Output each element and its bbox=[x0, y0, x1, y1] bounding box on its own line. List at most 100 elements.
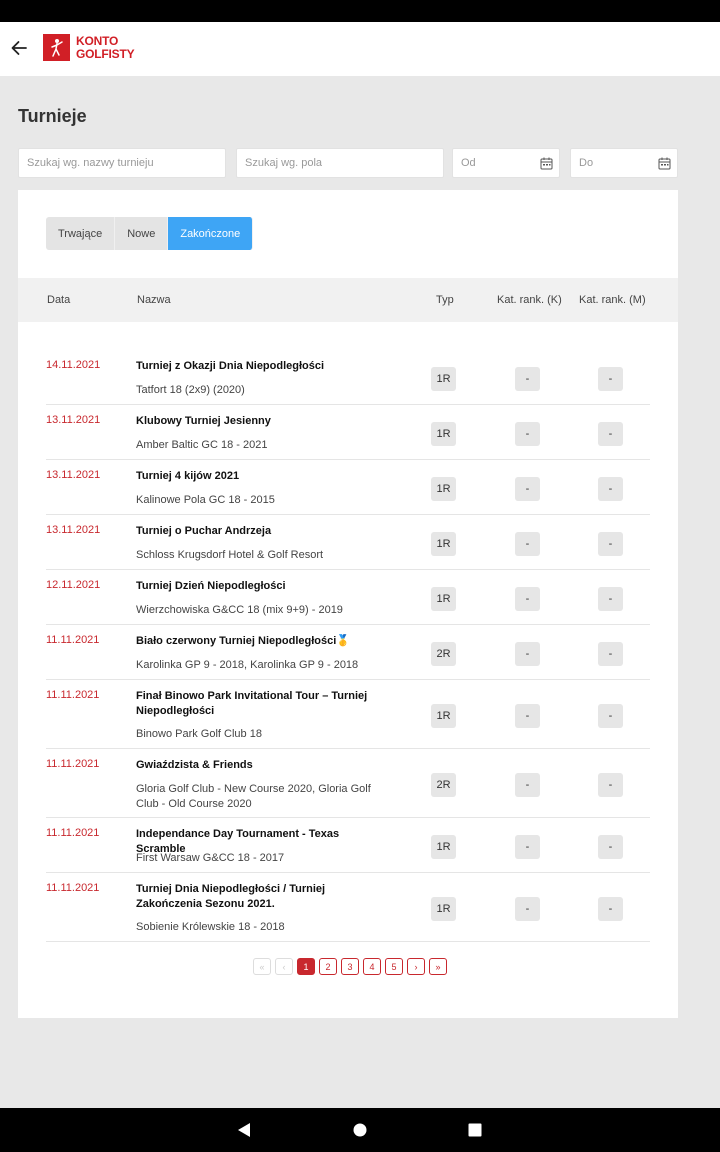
row-tournament-name[interactable]: Klubowy Turniej Jesienny bbox=[136, 414, 386, 429]
column-rank-m[interactable]: Kat. rank. (M) bbox=[579, 294, 646, 306]
row-rank-m-badge: - bbox=[598, 532, 623, 556]
row-date: 11.11.2021 bbox=[46, 882, 100, 894]
status-tabs: Trwające Nowe Zakończone bbox=[46, 217, 254, 250]
arrow-left-icon bbox=[11, 41, 27, 55]
table-row[interactable]: 13.11.2021 Turniej o Puchar Andrzeja Schlo… bbox=[46, 515, 650, 570]
row-tournament-name[interactable]: Gwiaździsta & Friends bbox=[136, 758, 386, 773]
column-name[interactable]: Nazwa bbox=[137, 294, 171, 306]
circle-home-icon bbox=[353, 1123, 367, 1137]
row-rank-k-badge: - bbox=[515, 367, 540, 391]
row-rank-k-badge: - bbox=[515, 422, 540, 446]
row-rank-k-badge: - bbox=[515, 897, 540, 921]
calendar-icon[interactable] bbox=[540, 157, 553, 170]
square-recents-icon bbox=[468, 1123, 482, 1137]
row-type-badge: 1R bbox=[431, 704, 456, 728]
page-button-5[interactable]: 5 bbox=[385, 958, 403, 975]
row-course: Schloss Krugsdorf Hotel & Golf Resort bbox=[136, 549, 324, 561]
row-tournament-name[interactable]: Turniej 4 kijów 2021 bbox=[136, 469, 386, 484]
row-type-badge: 2R bbox=[431, 642, 456, 666]
row-tournament-name[interactable]: Turniej Dzień Niepodległości bbox=[136, 579, 386, 594]
row-rank-k-badge: - bbox=[515, 587, 540, 611]
row-date: 13.11.2021 bbox=[46, 414, 101, 426]
first-page-button[interactable]: « bbox=[253, 958, 271, 975]
row-course: First Warsaw G&CC 18 - 2017 bbox=[136, 852, 285, 864]
row-tournament-name[interactable]: Turniej o Puchar Andrzeja bbox=[136, 524, 386, 539]
table-row[interactable]: 11.11.2021 Finał Binowo Park Invitational… bbox=[46, 680, 650, 749]
row-rank-m-badge: - bbox=[598, 367, 623, 391]
row-rank-m-badge: - bbox=[598, 773, 623, 797]
table-row[interactable]: 11.11.2021 Turniej Dnia Niepodległości / … bbox=[46, 873, 650, 942]
row-date: 11.11.2021 bbox=[46, 758, 100, 770]
logo-text-line2: GOLFISTY bbox=[76, 46, 135, 61]
status-bar bbox=[0, 0, 720, 22]
course-search-input[interactable] bbox=[237, 149, 443, 177]
row-rank-m-badge: - bbox=[598, 897, 623, 921]
row-course: Tatfort 18 (2x9) (2020) bbox=[136, 384, 245, 396]
row-course: Binowo Park Golf Club 18 bbox=[136, 728, 262, 740]
course-search[interactable] bbox=[236, 148, 444, 178]
last-page-button[interactable]: » bbox=[429, 958, 447, 975]
next-page-button[interactable]: › bbox=[407, 958, 425, 975]
column-type[interactable]: Typ bbox=[436, 294, 454, 306]
table-row[interactable]: 14.11.2021 Turniej z Okazji Dnia Niepodle… bbox=[46, 350, 650, 405]
page-button-3[interactable]: 3 bbox=[341, 958, 359, 975]
table-row[interactable]: 13.11.2021 Klubowy Turniej Jesienny Amber … bbox=[46, 405, 650, 460]
triangle-back-icon bbox=[238, 1123, 250, 1137]
date-from-field[interactable] bbox=[452, 148, 560, 178]
prev-page-button[interactable]: ‹ bbox=[275, 958, 293, 975]
row-rank-k-badge: - bbox=[515, 835, 540, 859]
row-type-badge: 1R bbox=[431, 477, 456, 501]
calendar-icon[interactable] bbox=[658, 157, 671, 170]
table-row[interactable]: 12.11.2021 Turniej Dzień Niepodległości Wi… bbox=[46, 570, 650, 625]
table-row[interactable]: 11.11.2021 Independance Day Tournament - … bbox=[46, 818, 650, 873]
row-type-badge: 1R bbox=[431, 367, 456, 391]
row-type-badge: 1R bbox=[431, 422, 456, 446]
row-rank-m-badge: - bbox=[598, 704, 623, 728]
date-to-field[interactable] bbox=[570, 148, 678, 178]
row-rank-m-badge: - bbox=[598, 835, 623, 859]
table-header: Data Nazwa Typ Kat. rank. (K) Kat. rank.… bbox=[18, 278, 678, 322]
row-tournament-name[interactable]: Biało czerwony Turniej Niepodległości🥇 bbox=[136, 634, 386, 649]
nav-back-button[interactable] bbox=[234, 1120, 254, 1140]
golfer-logo-icon bbox=[43, 34, 70, 61]
page-title: Turnieje bbox=[18, 106, 87, 126]
table-row[interactable]: 11.11.2021 Biało czerwony Turniej Niepodl… bbox=[46, 625, 650, 680]
row-date: 13.11.2021 bbox=[46, 469, 101, 481]
row-type-badge: 1R bbox=[431, 835, 456, 859]
row-course: Gloria Golf Club - New Course 2020, Glor… bbox=[136, 783, 371, 810]
table-row[interactable]: 11.11.2021 Gwiaździsta & Friends Gloria Go… bbox=[46, 749, 650, 818]
page-button-4[interactable]: 4 bbox=[363, 958, 381, 975]
nav-home-button[interactable] bbox=[350, 1120, 370, 1140]
system-nav-bar bbox=[0, 1108, 720, 1152]
row-tournament-name[interactable]: Finał Binowo Park Invitational Tour – Tu… bbox=[136, 689, 386, 719]
row-rank-m-badge: - bbox=[598, 642, 623, 666]
column-rank-k[interactable]: Kat. rank. (K) bbox=[497, 294, 562, 306]
row-type-badge: 1R bbox=[431, 897, 456, 921]
row-rank-m-badge: - bbox=[598, 477, 623, 501]
tournament-list: 14.11.2021 Turniej z Okazji Dnia Niepodle… bbox=[46, 350, 650, 942]
row-type-badge: 1R bbox=[431, 532, 456, 556]
row-rank-m-badge: - bbox=[598, 587, 623, 611]
tournament-name-search[interactable] bbox=[18, 148, 226, 178]
row-tournament-name[interactable]: Turniej z Okazji Dnia Niepodległości bbox=[136, 359, 386, 374]
table-row[interactable]: 13.11.2021 Turniej 4 kijów 2021 Kalinowe P… bbox=[46, 460, 650, 515]
row-rank-m-badge: - bbox=[598, 422, 623, 446]
tab-ongoing[interactable]: Trwające bbox=[46, 217, 116, 250]
row-tournament-name[interactable]: Turniej Dnia Niepodległości / Turniej Za… bbox=[136, 882, 386, 912]
tab-finished[interactable]: Zakończone bbox=[168, 217, 254, 250]
tournament-name-input[interactable] bbox=[19, 149, 225, 177]
row-course: Kalinowe Pola GC 18 - 2015 bbox=[136, 494, 275, 506]
tab-new[interactable]: Nowe bbox=[115, 217, 169, 250]
pagination: «‹ 1 2 3 4 5 ›» bbox=[253, 958, 451, 975]
row-rank-k-badge: - bbox=[515, 477, 540, 501]
row-date: 11.11.2021 bbox=[46, 634, 100, 646]
column-date[interactable]: Data bbox=[47, 294, 70, 306]
row-rank-k-badge: - bbox=[515, 773, 540, 797]
page-button-1[interactable]: 1 bbox=[297, 958, 315, 975]
row-date: 11.11.2021 bbox=[46, 689, 100, 701]
page-button-2[interactable]: 2 bbox=[319, 958, 337, 975]
row-date: 14.11.2021 bbox=[46, 359, 101, 371]
nav-recents-button[interactable] bbox=[465, 1120, 485, 1140]
row-type-badge: 1R bbox=[431, 587, 456, 611]
back-button[interactable] bbox=[6, 35, 32, 61]
